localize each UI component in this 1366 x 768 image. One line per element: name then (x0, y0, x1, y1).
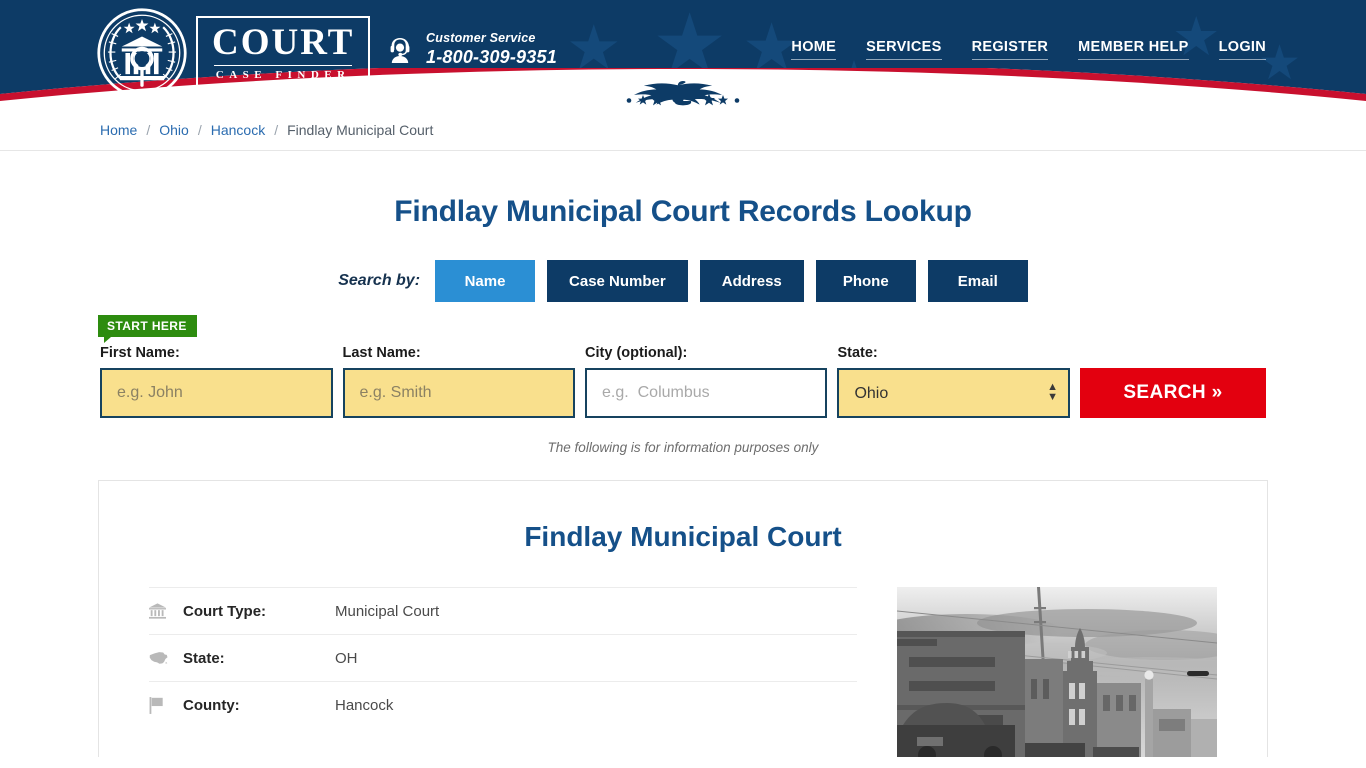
customer-service-text: Customer Service 1-800-309-9351 (426, 31, 557, 68)
search-by-tabs: Search by: Name Case Number Address Phon… (0, 260, 1366, 302)
search-by-label: Search by: (338, 272, 421, 289)
court-detail-wrap: Court Type: Municipal Court State: OH Co… (99, 553, 1267, 757)
court-info-card: Findlay Municipal Court Court Type: Muni… (98, 480, 1268, 757)
detail-label-county: County: (183, 696, 240, 714)
customer-service-phone[interactable]: 1-800-309-9351 (426, 47, 557, 68)
detail-value-court-type: Municipal Court (335, 602, 440, 620)
court-name-heading: Findlay Municipal Court (524, 521, 842, 552)
breadcrumb-separator: / (197, 122, 202, 138)
site-logo[interactable]: COURT CASE FINDER (96, 7, 371, 99)
main-navigation: HOME SERVICES REGISTER MEMBER HELP LOGIN (791, 39, 1266, 60)
logo-wordmark-main: COURT (212, 22, 355, 63)
city-field-group: City (optional): (585, 345, 828, 418)
site-header: ★ ★ ★ ★ ★ ★ (0, 0, 1366, 110)
detail-row-state: State: OH (149, 634, 857, 681)
breadcrumb-item-hancock[interactable]: Hancock (211, 122, 265, 138)
tab-address[interactable]: Address (699, 260, 804, 302)
logo-wordmark: COURT CASE FINDER (196, 16, 371, 90)
nav-link-member-help[interactable]: MEMBER HELP (1078, 39, 1189, 60)
breadcrumb: Home / Ohio / Hancock / Findlay Municipa… (0, 110, 1366, 151)
search-form-fields: First Name: Last Name: City (optional): … (100, 323, 1266, 418)
customer-service-label: Customer Service (426, 31, 536, 45)
start-here-badge: START HERE (98, 315, 197, 343)
nav-link-register[interactable]: REGISTER (971, 39, 1049, 60)
breadcrumb-separator: / (146, 122, 151, 138)
first-name-label: First Name: (100, 345, 180, 361)
court-detail-list: Court Type: Municipal Court State: OH Co… (149, 587, 857, 757)
detail-value-county: Hancock (335, 696, 394, 714)
tab-case-number[interactable]: Case Number (547, 260, 688, 302)
breadcrumb-item-ohio[interactable]: Ohio (159, 122, 189, 138)
detail-row-court-type: Court Type: Municipal Court (149, 587, 857, 634)
state-select-wrap: Ohio ▲ ▼ (837, 368, 1070, 418)
last-name-input[interactable] (342, 368, 576, 418)
detail-value-state: OH (335, 649, 358, 667)
city-label: City (optional): (585, 345, 688, 361)
first-name-field-group: First Name: (100, 345, 333, 418)
logo-wordmark-rule (214, 65, 353, 66)
page-title: Findlay Municipal Court Records Lookup (394, 195, 972, 228)
logo-wordmark-sub: CASE FINDER (215, 69, 351, 81)
tab-name[interactable]: Name (435, 260, 536, 302)
customer-service-block[interactable]: Customer Service 1-800-309-9351 (384, 31, 557, 68)
search-form: START HERE First Name: Last Name: City (… (0, 315, 1366, 455)
city-input[interactable] (585, 368, 828, 418)
state-label: State: (837, 345, 878, 361)
courthouse-street-photo (897, 587, 1217, 757)
us-map-icon (149, 651, 183, 665)
headset-support-icon (384, 34, 416, 66)
search-button[interactable]: SEARCH » (1079, 368, 1266, 418)
first-name-input[interactable] (100, 368, 333, 418)
detail-row-county: County: Hancock (149, 681, 857, 728)
breadcrumb-item-current: Findlay Municipal Court (287, 122, 434, 138)
detail-label-court-type: Court Type: (183, 602, 267, 620)
info-note: The following is for information purpose… (547, 440, 819, 455)
last-name-field-group: Last Name: (342, 345, 576, 418)
breadcrumb-separator: / (274, 122, 279, 138)
flag-icon (149, 696, 183, 714)
tab-email[interactable]: Email (927, 260, 1028, 302)
last-name-label: Last Name: (342, 345, 421, 361)
breadcrumb-item-home[interactable]: Home (100, 122, 137, 138)
detail-label-state: State: (183, 649, 225, 667)
nav-link-login[interactable]: LOGIN (1218, 39, 1266, 60)
nav-link-services[interactable]: SERVICES (866, 39, 942, 60)
court-seal-icon (96, 7, 188, 99)
nav-link-home[interactable]: HOME (791, 39, 837, 60)
state-select[interactable]: Ohio (837, 368, 1070, 418)
bank-building-icon (149, 603, 183, 619)
search-section: Findlay Municipal Court Records Lookup S… (0, 151, 1366, 455)
state-field-group: State: Ohio ▲ ▼ (837, 345, 1070, 418)
tab-phone[interactable]: Phone (815, 260, 916, 302)
